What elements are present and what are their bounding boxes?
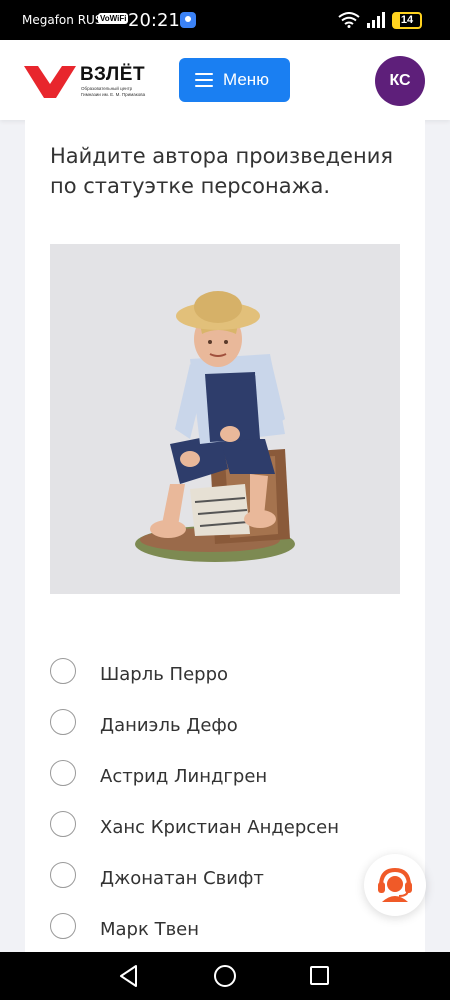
option-2[interactable]: Даниэль Дефо	[48, 703, 408, 743]
wifi-icon	[338, 12, 360, 28]
back-icon[interactable]	[118, 964, 140, 988]
option-label: Марк Твен	[100, 919, 200, 940]
signal-icon	[367, 12, 385, 28]
option-4[interactable]: Ханс Кристиан Андерсен	[48, 805, 408, 845]
clock: 20:21	[128, 10, 180, 31]
system-nav-bar	[0, 952, 450, 1000]
option-label: Шарль Перро	[100, 664, 229, 685]
status-bar: Megafon RUS VoWiFi 20:21 14	[0, 0, 450, 40]
radio-button[interactable]	[50, 862, 76, 888]
radio-button[interactable]	[50, 913, 76, 939]
option-3[interactable]: Астрид Линдгрен	[48, 754, 408, 794]
support-button[interactable]	[364, 854, 426, 916]
home-icon[interactable]	[214, 965, 236, 987]
option-1[interactable]: Шарль Перро	[48, 652, 408, 692]
logo[interactable]: ВЗЛЁТ Образовательный центр Гимназии им.…	[24, 64, 154, 100]
option-label: Даниэль Дефо	[100, 715, 238, 736]
site-header: ВЗЛЁТ Образовательный центр Гимназии им.…	[0, 40, 450, 120]
carrier-name: Megafon RUS	[22, 13, 103, 27]
radio-button[interactable]	[50, 658, 76, 684]
radio-button[interactable]	[50, 811, 76, 837]
menu-icon	[195, 73, 213, 87]
menu-button[interactable]: Меню	[179, 58, 290, 102]
battery-icon: 14	[392, 12, 422, 29]
vowifi-badge: VoWiFi	[98, 13, 129, 24]
question-text: Найдите автора произведения по статуэтке…	[50, 144, 393, 198]
battery-level: 14	[400, 14, 414, 26]
logo-mark-icon	[24, 66, 76, 98]
radio-button[interactable]	[50, 760, 76, 786]
option-label: Джонатан Свифт	[100, 868, 264, 889]
logo-subtitle: Образовательный центр Гимназии им. Е. М.…	[81, 86, 146, 97]
option-label: Астрид Линдгрен	[100, 766, 268, 787]
menu-label: Меню	[223, 70, 269, 89]
option-label: Ханс Кристиан Андерсен	[100, 817, 340, 838]
option-5[interactable]: Джонатан Свифт	[48, 856, 408, 896]
radio-button[interactable]	[50, 709, 76, 735]
option-6[interactable]: Марк Твен	[48, 907, 408, 947]
location-icon	[180, 12, 196, 28]
figurine-image	[50, 244, 400, 594]
logo-title: ВЗЛЁТ	[80, 64, 146, 85]
recents-icon[interactable]	[310, 966, 329, 985]
headset-icon	[378, 867, 412, 902]
avatar[interactable]: КС	[375, 56, 425, 106]
